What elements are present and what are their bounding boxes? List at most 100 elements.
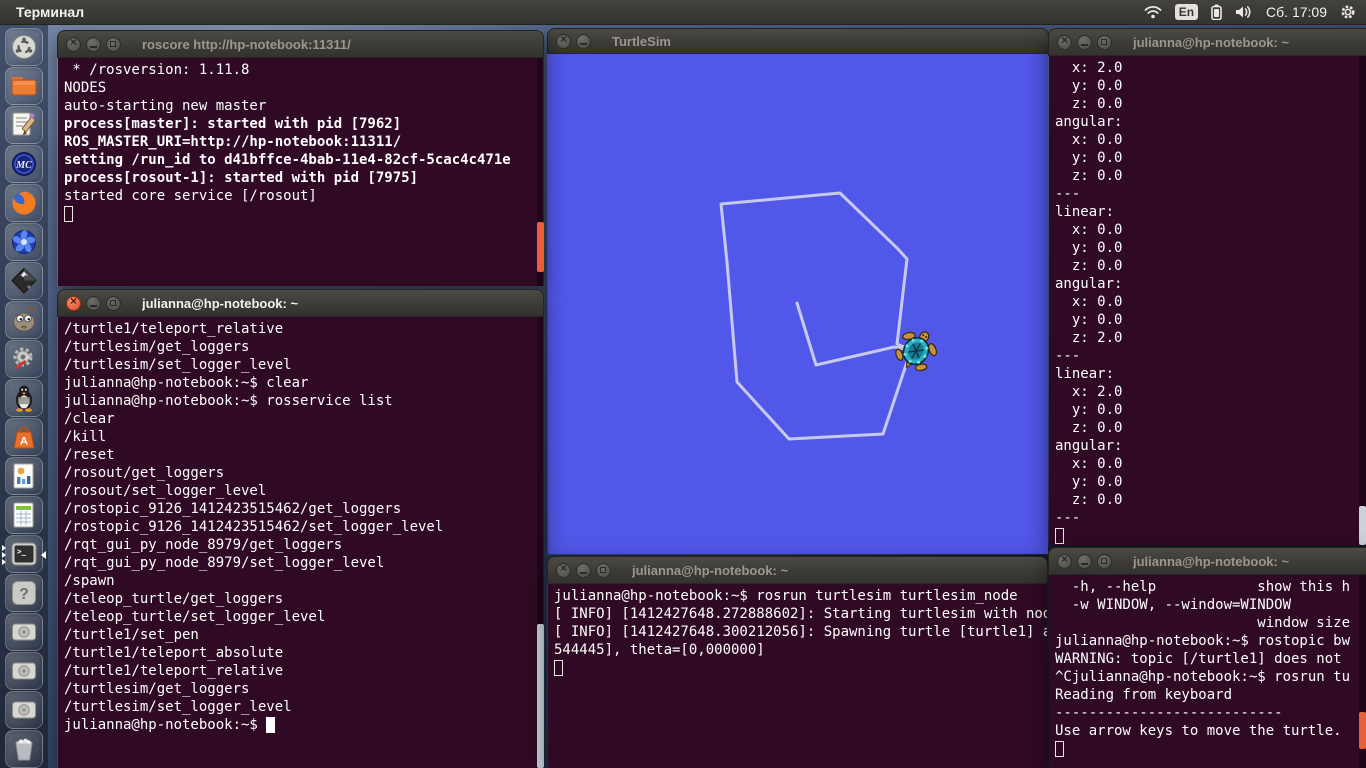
terminal-line: /kill <box>64 428 543 446</box>
launcher-item-inkscape[interactable] <box>5 262 43 300</box>
launcher-item-text-editor[interactable] <box>5 106 43 144</box>
terminal-line: julianna@hp-notebook:~$ rosrun turtlesim… <box>554 587 1047 605</box>
terminal-cursor <box>554 660 563 676</box>
launcher-item-trash[interactable] <box>5 730 43 768</box>
window-title: TurtleSim <box>612 34 671 49</box>
launcher-item-photo-lens[interactable] <box>5 223 43 261</box>
minimize-button[interactable] <box>86 296 101 311</box>
right-top-terminal-content[interactable]: x: 2.0 y: 0.0 z: 0.0angular: x: 0.0 y: 0… <box>1049 56 1366 545</box>
mc-icon: MC <box>9 149 39 179</box>
maximize-button[interactable] <box>106 296 121 311</box>
scrollbar[interactable] <box>1359 575 1366 768</box>
scrollbar-thumb[interactable] <box>537 624 544 768</box>
launcher-item-terminal[interactable]: >_ <box>5 535 43 573</box>
launcher-item-software-center[interactable]: A <box>5 418 43 456</box>
active-app-title: Терминал <box>16 4 84 20</box>
launcher-item-drive-3[interactable] <box>5 691 43 729</box>
terminal-line: --- <box>1055 347 1366 365</box>
window-title: julianna@hp-notebook: ~ <box>1133 554 1289 569</box>
wifi-icon[interactable] <box>1144 5 1162 19</box>
maximize-button[interactable] <box>106 37 121 52</box>
terminal-line: NODES <box>64 79 543 97</box>
roscore-titlebar[interactable]: roscore http://hp-notebook:11311/ <box>57 30 544 58</box>
window-title: julianna@hp-notebook: ~ <box>632 563 788 578</box>
terminal-line: linear: <box>1055 203 1366 221</box>
scrollbar-thumb[interactable] <box>537 222 544 272</box>
close-button[interactable] <box>556 563 571 578</box>
left-terminal-content[interactable]: /turtle1/teleport_relative/turtlesim/get… <box>58 317 543 768</box>
volume-icon[interactable] <box>1235 5 1253 19</box>
terminal-line: /clear <box>64 410 543 428</box>
maximize-button[interactable] <box>1097 35 1112 50</box>
window-left-terminal: julianna@hp-notebook: ~ /turtle1/telepor… <box>57 289 544 768</box>
bottom-right-terminal-content[interactable]: -h, --help show this h -w WINDOW, --wind… <box>1049 575 1366 768</box>
svg-text:MC: MC <box>15 160 32 171</box>
scrollbar-thumb[interactable] <box>1359 506 1366 545</box>
launcher-item-help[interactable]: ? <box>5 574 43 612</box>
terminal-line: /turtle1/teleport_relative <box>64 320 543 338</box>
calc-icon <box>9 500 39 530</box>
launcher-item-libreoffice-impress[interactable] <box>5 457 43 495</box>
terminal-line: /turtlesim/get_loggers <box>64 338 543 356</box>
trash-icon <box>9 734 39 764</box>
turtlesim-titlebar[interactable]: TurtleSim <box>547 28 1049 54</box>
scrollbar[interactable] <box>537 317 544 768</box>
launcher-item-dash-home[interactable] <box>5 28 43 66</box>
svg-text:>_: >_ <box>17 547 27 556</box>
launcher-item-drive-2[interactable] <box>5 652 43 690</box>
bottom-right-titlebar[interactable]: julianna@hp-notebook: ~ <box>1048 547 1366 575</box>
terminal-line: angular: <box>1055 437 1366 455</box>
bottom-center-terminal-content[interactable]: julianna@hp-notebook:~$ rosrun turtlesim… <box>548 584 1047 768</box>
close-button[interactable] <box>1057 35 1072 50</box>
launcher-item-drive-1[interactable] <box>5 613 43 651</box>
terminal-line: y: 0.0 <box>1055 239 1366 257</box>
close-button[interactable] <box>556 34 571 49</box>
close-button[interactable] <box>66 296 81 311</box>
launcher-item-midnight-commander[interactable]: MC <box>5 145 43 183</box>
minimize-button[interactable] <box>1077 554 1092 569</box>
maximize-button[interactable] <box>596 563 611 578</box>
launcher-item-files[interactable] <box>5 67 43 105</box>
scrollbar[interactable] <box>1359 56 1366 545</box>
bottom-center-titlebar[interactable]: julianna@hp-notebook: ~ <box>547 556 1048 584</box>
close-button[interactable] <box>66 37 81 52</box>
terminal-line: z: 0.0 <box>1055 95 1366 113</box>
battery-icon[interactable] <box>1211 4 1222 20</box>
terminal-line: --- <box>1055 185 1366 203</box>
roscore-terminal-content[interactable]: * /rosversion: 1.11.8NODESauto-starting … <box>58 58 543 286</box>
minimize-button[interactable] <box>576 34 591 49</box>
launcher-item-firefox[interactable] <box>5 184 43 222</box>
unity-launcher: MC <box>0 24 48 768</box>
keyboard-layout-indicator[interactable]: En <box>1175 4 1198 20</box>
session-gear-icon[interactable] <box>1340 4 1356 20</box>
svg-text:A: A <box>20 435 28 447</box>
launcher-item-system-settings[interactable] <box>5 340 43 378</box>
terminal-line <box>1055 740 1366 758</box>
window-right-top-terminal: julianna@hp-notebook: ~ x: 2.0 y: 0.0 z:… <box>1048 28 1366 545</box>
launcher-item-libreoffice-calc[interactable] <box>5 496 43 534</box>
terminal-line: x: 0.0 <box>1055 293 1366 311</box>
scrollbar[interactable] <box>537 58 544 286</box>
close-button[interactable] <box>1057 554 1072 569</box>
terminal-line: 544445], theta=[0,000000] <box>554 641 1047 659</box>
terminal-line: /rqt_gui_py_node_8979/get_loggers <box>64 536 543 554</box>
minimize-button[interactable] <box>86 37 101 52</box>
maximize-button[interactable] <box>1097 554 1112 569</box>
minimize-button[interactable] <box>1077 35 1092 50</box>
launcher-item-penguin-app[interactable] <box>5 379 43 417</box>
terminal-line: --- <box>1055 509 1366 527</box>
scrollbar-thumb[interactable] <box>1359 712 1366 749</box>
focused-arrow <box>41 551 46 559</box>
firefox-icon <box>9 188 39 218</box>
right-top-titlebar[interactable]: julianna@hp-notebook: ~ <box>1048 28 1366 56</box>
window-title: julianna@hp-notebook: ~ <box>1133 35 1289 50</box>
minimize-button[interactable] <box>576 563 591 578</box>
terminal-line: y: 0.0 <box>1055 311 1366 329</box>
left-terminal-titlebar[interactable]: julianna@hp-notebook: ~ <box>57 289 544 317</box>
terminal-line: /turtle1/teleport_absolute <box>64 644 543 662</box>
terminal-line: ^Cjulianna@hp-notebook:~$ rosrun tu <box>1055 668 1366 686</box>
clock[interactable]: Сб. 17:09 <box>1266 4 1327 20</box>
terminal-line <box>554 659 1047 677</box>
terminal-line: /spawn <box>64 572 543 590</box>
launcher-item-gimp[interactable] <box>5 301 43 339</box>
